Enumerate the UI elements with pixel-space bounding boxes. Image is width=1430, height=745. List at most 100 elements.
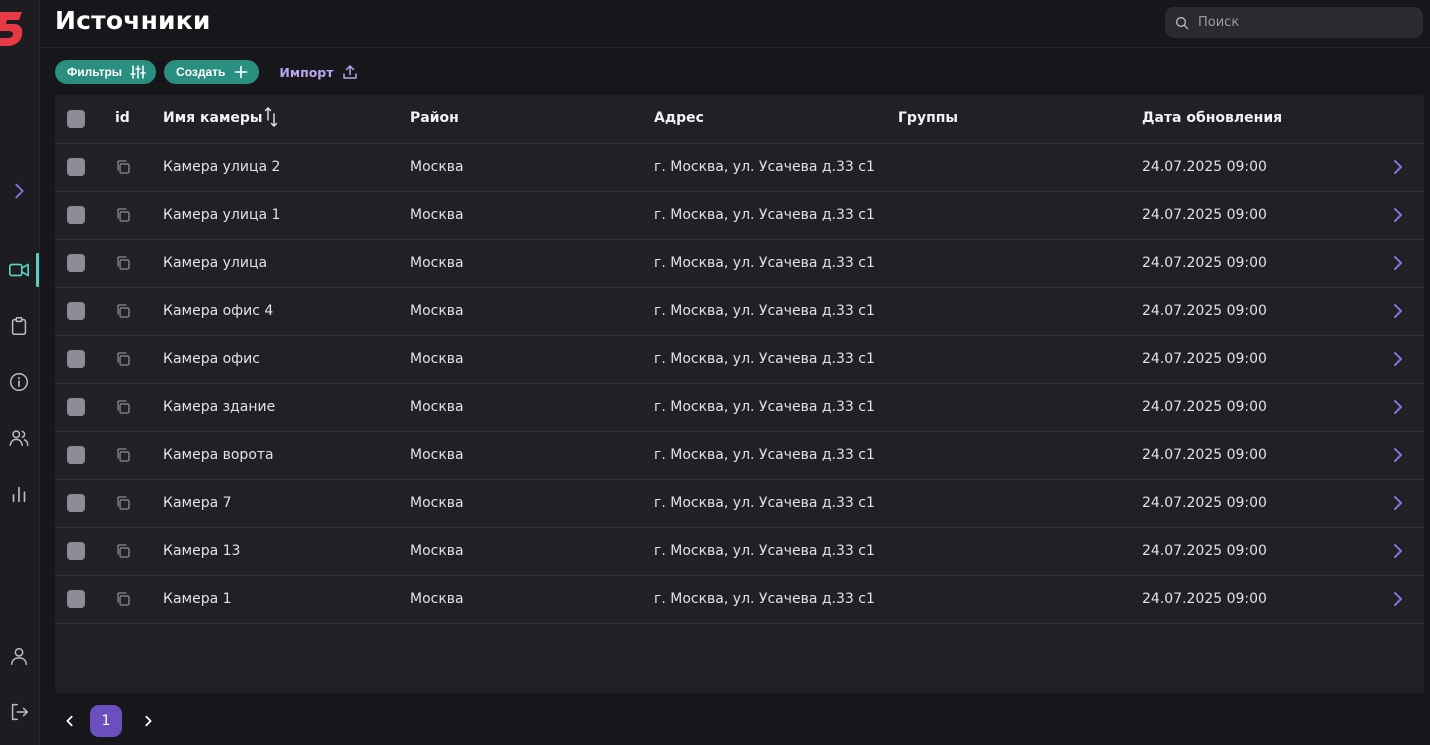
search-box[interactable] [1165,7,1423,38]
column-header-updated: Дата обновления [1142,110,1283,126]
row-checkbox[interactable] [67,350,85,368]
copy-icon[interactable] [115,207,131,223]
district-cell: Москва [410,255,464,271]
chevron-right-icon[interactable] [1391,158,1405,176]
filters-button[interactable]: Фильтры [55,60,157,84]
camera-name-cell: Камера улица [163,255,268,271]
table-row[interactable]: Камера ворота Москва г. Москва, ул. Усачев… [55,432,1424,480]
copy-icon[interactable] [115,447,131,463]
chevron-right-icon[interactable] [1391,542,1405,560]
district-cell: Москва [410,207,464,223]
copy-icon[interactable] [115,591,131,607]
camera-name-cell: Камера здание [163,399,276,415]
active-indicator [36,253,39,287]
camera-name-cell: Камера офис [163,351,260,367]
user-profile-icon[interactable] [6,643,32,669]
updated-cell: 24.07.2025 09:00 [1142,591,1267,607]
updated-cell: 24.07.2025 09:00 [1142,447,1267,463]
updated-cell: 24.07.2025 09:00 [1142,255,1267,271]
next-page-button[interactable] [138,711,158,731]
updated-cell: 24.07.2025 09:00 [1142,207,1267,223]
table-header: id Имя камеры Район Адрес Группы Дата об… [55,95,1424,144]
chevron-right-icon[interactable] [1391,206,1405,224]
updated-cell: 24.07.2025 09:00 [1142,495,1267,511]
table-row[interactable]: Камера 13 Москва г. Москва, ул. Усачева д.… [55,528,1424,576]
clipboard-icon[interactable] [6,313,32,339]
copy-icon[interactable] [115,303,131,319]
chevron-right-icon[interactable] [1391,446,1405,464]
address-cell: г. Москва, ул. Усачева д.33 с1 [654,591,875,607]
filter-sliders-icon [130,65,146,79]
logout-icon[interactable] [6,699,32,725]
users-icon[interactable] [6,425,32,451]
page-number-button[interactable]: 1 [90,705,122,737]
row-checkbox[interactable] [67,302,85,320]
chevron-right-icon[interactable] [1391,398,1405,416]
import-button[interactable]: Импорт [279,64,357,80]
camera-name-cell: Камера улица 1 [163,207,281,223]
address-cell: г. Москва, ул. Усачева д.33 с1 [654,303,875,319]
table-row[interactable]: Камера улица Москва г. Москва, ул. Усачева… [55,240,1424,288]
row-checkbox[interactable] [67,254,85,272]
district-cell: Москва [410,399,464,415]
table-row[interactable]: Камера офис Москва г. Москва, ул. Усачева … [55,336,1424,384]
row-checkbox[interactable] [67,206,85,224]
upload-icon [342,65,357,79]
toolbar: Фильтры Создать Импорт [55,60,358,84]
row-checkbox[interactable] [67,590,85,608]
info-icon[interactable] [6,369,32,395]
table-row[interactable]: Камера 1 Москва г. Москва, ул. Усачева д.3… [55,576,1424,624]
expand-chevron-icon[interactable] [6,178,32,204]
address-cell: г. Москва, ул. Усачева д.33 с1 [654,495,875,511]
prev-page-button[interactable] [60,711,80,731]
chevron-right-icon [145,715,152,727]
copy-icon[interactable] [115,159,131,175]
column-header-id: id [115,110,130,126]
column-header-camera-name[interactable]: Имя камеры [163,110,263,126]
bar-chart-icon[interactable] [6,481,32,507]
table-row[interactable]: Камера улица 1 Москва г. Москва, ул. Усаче… [55,192,1424,240]
row-checkbox[interactable] [67,494,85,512]
import-label: Импорт [279,64,334,80]
copy-icon[interactable] [115,255,131,271]
table-row[interactable]: Камера 7 Москва г. Москва, ул. Усачева д.3… [55,480,1424,528]
column-header-district: Район [410,110,459,126]
row-checkbox[interactable] [67,542,85,560]
table-row[interactable]: Камера улица 2 Москва г. Москва, ул. Усаче… [55,144,1424,192]
column-header-address: Адрес [654,110,704,126]
chevron-right-icon[interactable] [1391,302,1405,320]
table-body: Камера улица 2 Москва г. Москва, ул. Усаче… [55,144,1424,624]
district-cell: Москва [410,591,464,607]
copy-icon[interactable] [115,399,131,415]
camera-name-cell: Камера 1 [163,591,232,607]
table-row[interactable]: Камера офис 4 Москва г. Москва, ул. Усачев… [55,288,1424,336]
district-cell: Москва [410,447,464,463]
table-row[interactable]: Камера здание Москва г. Москва, ул. Усачев… [55,384,1424,432]
video-camera-icon[interactable] [6,257,32,283]
search-input[interactable] [1196,14,1420,31]
copy-icon[interactable] [115,495,131,511]
sort-icon[interactable] [263,106,279,128]
chevron-right-icon[interactable] [1391,350,1405,368]
chevron-right-icon[interactable] [1391,494,1405,512]
create-button[interactable]: Создать [164,60,260,84]
row-checkbox[interactable] [67,446,85,464]
filters-label: Фильтры [67,65,123,79]
district-cell: Москва [410,159,464,175]
updated-cell: 24.07.2025 09:00 [1142,303,1267,319]
district-cell: Москва [410,303,464,319]
address-cell: г. Москва, ул. Усачева д.33 с1 [654,351,875,367]
address-cell: г. Москва, ул. Усачева д.33 с1 [654,447,875,463]
updated-cell: 24.07.2025 09:00 [1142,543,1267,559]
row-checkbox[interactable] [67,398,85,416]
page-title: Источники [55,6,211,35]
camera-name-cell: Камера ворота [163,447,274,463]
pagination: 1 [60,705,158,737]
chevron-right-icon[interactable] [1391,254,1405,272]
copy-icon[interactable] [115,351,131,367]
select-all-checkbox[interactable] [67,110,85,128]
search-icon [1176,16,1189,29]
chevron-right-icon[interactable] [1391,590,1405,608]
copy-icon[interactable] [115,543,131,559]
row-checkbox[interactable] [67,158,85,176]
